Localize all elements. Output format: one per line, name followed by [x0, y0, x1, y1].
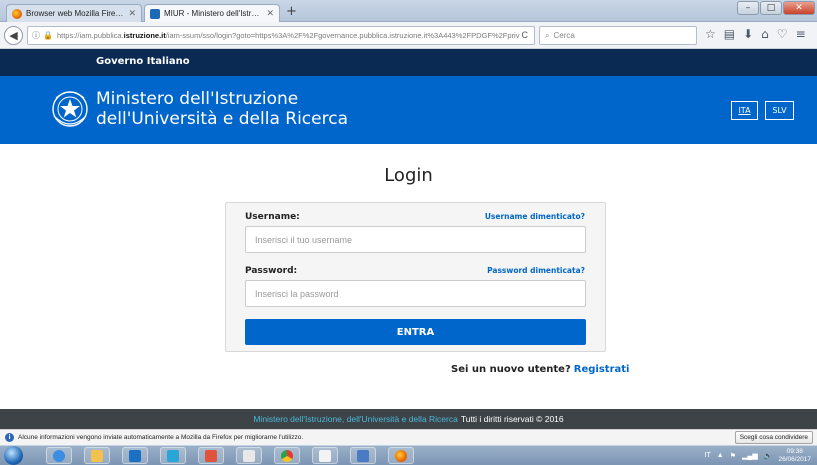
url-bar[interactable]: ⓘ 🔒 https://iam.pubblica. istruzione.it/i…	[27, 26, 535, 45]
clock[interactable]: 09:38 26/06/2017	[778, 448, 811, 464]
paint-icon[interactable]	[198, 447, 224, 464]
volume-icon[interactable]: 🔈	[764, 452, 773, 460]
footer-ministry-link[interactable]: Ministero dell'Istruzione, dell'Universi…	[253, 414, 458, 424]
search-icon: ⌕	[545, 30, 550, 40]
government-bar: Governo Italiano	[0, 49, 817, 76]
ministry-name-line1: Ministero dell'Istruzione	[96, 89, 299, 109]
info-icon[interactable]: ⓘ	[32, 30, 40, 41]
chrome-icon[interactable]	[274, 447, 300, 464]
info-icon: i	[5, 433, 14, 442]
network-icon[interactable]: ▂▄▆	[742, 452, 758, 460]
home-icon[interactable]: ⌂	[761, 27, 769, 41]
close-tab-icon[interactable]: ✕	[266, 8, 274, 19]
register-prompt: Sei un nuovo utente? Registrati	[451, 364, 629, 375]
start-button[interactable]	[4, 446, 23, 465]
username-field[interactable]	[245, 226, 586, 253]
username-label: Username:	[245, 212, 300, 222]
italian-emblem-icon	[52, 91, 88, 127]
reading-list-icon[interactable]: ▤	[724, 27, 735, 41]
camera-icon[interactable]	[236, 447, 262, 464]
bookmark-star-icon[interactable]: ☆	[705, 27, 716, 41]
tab-title: MIUR - Ministero dell'Istruzio	[164, 9, 263, 18]
search-bar[interactable]: ⌕ Cerca	[539, 26, 697, 45]
taskbar-app-icon[interactable]	[350, 447, 376, 464]
choose-share-button[interactable]: Scegli cosa condividere	[734, 431, 813, 444]
tray-expand-icon[interactable]: ▲	[717, 452, 724, 459]
pocket-icon[interactable]: ♡	[777, 27, 788, 41]
password-label: Password:	[245, 266, 298, 276]
register-link[interactable]: Registrati	[574, 364, 630, 375]
miur-favicon-icon	[150, 8, 160, 19]
new-tab-button[interactable]: +	[286, 4, 297, 20]
ministry-name-line2: dell'Università e della Ricerca	[96, 109, 348, 129]
firefox-taskbar-icon[interactable]	[388, 447, 414, 464]
clock-date: 26/06/2017	[778, 455, 811, 463]
input-language[interactable]: IT	[705, 452, 711, 459]
windows-taskbar: IT ▲ ⚑ ▂▄▆ 🔈 09:38 26/06/2017	[0, 445, 817, 465]
maximize-button[interactable]: □	[760, 1, 782, 15]
firefox-icon	[12, 8, 22, 19]
browser-navbar: ◀ ⓘ 🔒 https://iam.pubblica. istruzione.it…	[0, 22, 817, 49]
search-placeholder: Cerca	[553, 31, 575, 40]
minimize-button[interactable]: –	[737, 1, 759, 15]
login-form: Username: Username dimenticato? Password…	[225, 202, 606, 352]
notification-bar: i Alcune informazioni vengono inviate au…	[0, 429, 817, 445]
document-icon[interactable]	[312, 447, 338, 464]
ministry-name[interactable]: Ministero dell'Istruzione dell'Universit…	[96, 89, 348, 129]
system-tray: IT ▲ ⚑ ▂▄▆ 🔈 09:38 26/06/2017	[705, 446, 817, 465]
register-question: Sei un nuovo utente?	[451, 364, 571, 375]
menu-icon[interactable]: ≡	[796, 27, 806, 41]
flag-icon[interactable]: ⚑	[730, 452, 736, 460]
media-player-icon[interactable]	[160, 447, 186, 464]
tab-title: Browser web Mozilla Firefox	[26, 9, 125, 18]
toolbar-icons: ☆ ▤ ⬇ ⌂ ♡ ≡	[705, 27, 806, 41]
url-path: /iam-ssum/sso/login?goto=https%3A%2F%2Fg…	[165, 31, 520, 40]
forgot-username-link[interactable]: Username dimenticato?	[485, 212, 585, 221]
page-title: Login	[384, 165, 433, 186]
notification-text: Alcune informazioni vengono inviate auto…	[18, 434, 304, 441]
back-button[interactable]: ◀	[4, 26, 23, 45]
ministry-header: Ministero dell'Istruzione dell'Universit…	[0, 76, 817, 144]
login-button[interactable]: ENTRA	[245, 319, 586, 345]
language-ita-button[interactable]: ITA	[731, 101, 758, 120]
password-field[interactable]	[245, 280, 586, 307]
outlook-icon[interactable]	[122, 447, 148, 464]
lock-icon: 🔒	[43, 31, 53, 40]
window-controls: – □ ✕	[737, 1, 815, 15]
file-explorer-icon[interactable]	[84, 447, 110, 464]
reload-icon[interactable]: C	[522, 30, 529, 40]
browser-tab-strip: Browser web Mozilla Firefox ✕ MIUR - Min…	[0, 0, 817, 22]
internet-explorer-icon[interactable]	[46, 447, 72, 464]
close-tab-icon[interactable]: ✕	[128, 8, 136, 19]
close-window-button[interactable]: ✕	[783, 1, 815, 15]
tab-miur[interactable]: MIUR - Ministero dell'Istruzio ✕	[144, 4, 280, 22]
government-label[interactable]: Governo Italiano	[96, 56, 190, 67]
clock-time: 09:38	[786, 447, 803, 455]
forgot-password-link[interactable]: Password dimenticata?	[487, 266, 585, 275]
page-footer: Ministero dell'Istruzione, dell'Universi…	[0, 409, 817, 429]
tab-firefox[interactable]: Browser web Mozilla Firefox ✕	[6, 4, 142, 22]
url-prefix: https://iam.pubblica.	[56, 31, 124, 40]
footer-rights: Tutti i diritti riservati © 2016	[460, 414, 564, 424]
downloads-icon[interactable]: ⬇	[743, 27, 753, 41]
language-slv-button[interactable]: SLV	[765, 101, 794, 120]
url-domain: istruzione.it	[123, 31, 166, 40]
